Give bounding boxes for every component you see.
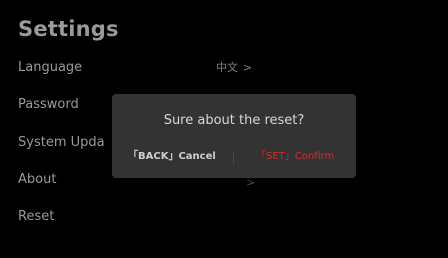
dialog-divider xyxy=(233,151,234,164)
language-value: 中文 > xyxy=(216,59,252,77)
cancel-button[interactable]: 「BACK」Cancel xyxy=(128,150,216,164)
menu-item-system-update[interactable]: System Upda xyxy=(18,134,105,152)
chevron-right-icon: > xyxy=(243,61,253,74)
menu-item-about[interactable]: About xyxy=(18,171,56,189)
menu-item-password[interactable]: Password xyxy=(18,96,79,114)
page-title: Settings xyxy=(18,17,119,41)
menu-item-reset[interactable]: Reset xyxy=(18,208,54,226)
menu-item-language[interactable]: Language xyxy=(18,59,82,77)
language-value-text: 中文 xyxy=(216,61,238,74)
dialog-message: Sure about the reset? xyxy=(163,113,305,128)
confirm-button[interactable]: 「SET」Confirm xyxy=(256,150,334,164)
settings-screen: Settings Language 中文 > Password System Up… xyxy=(0,0,448,258)
reset-confirm-dialog: Sure about the reset? 「BACK」Cancel 「SET」… xyxy=(112,94,356,178)
